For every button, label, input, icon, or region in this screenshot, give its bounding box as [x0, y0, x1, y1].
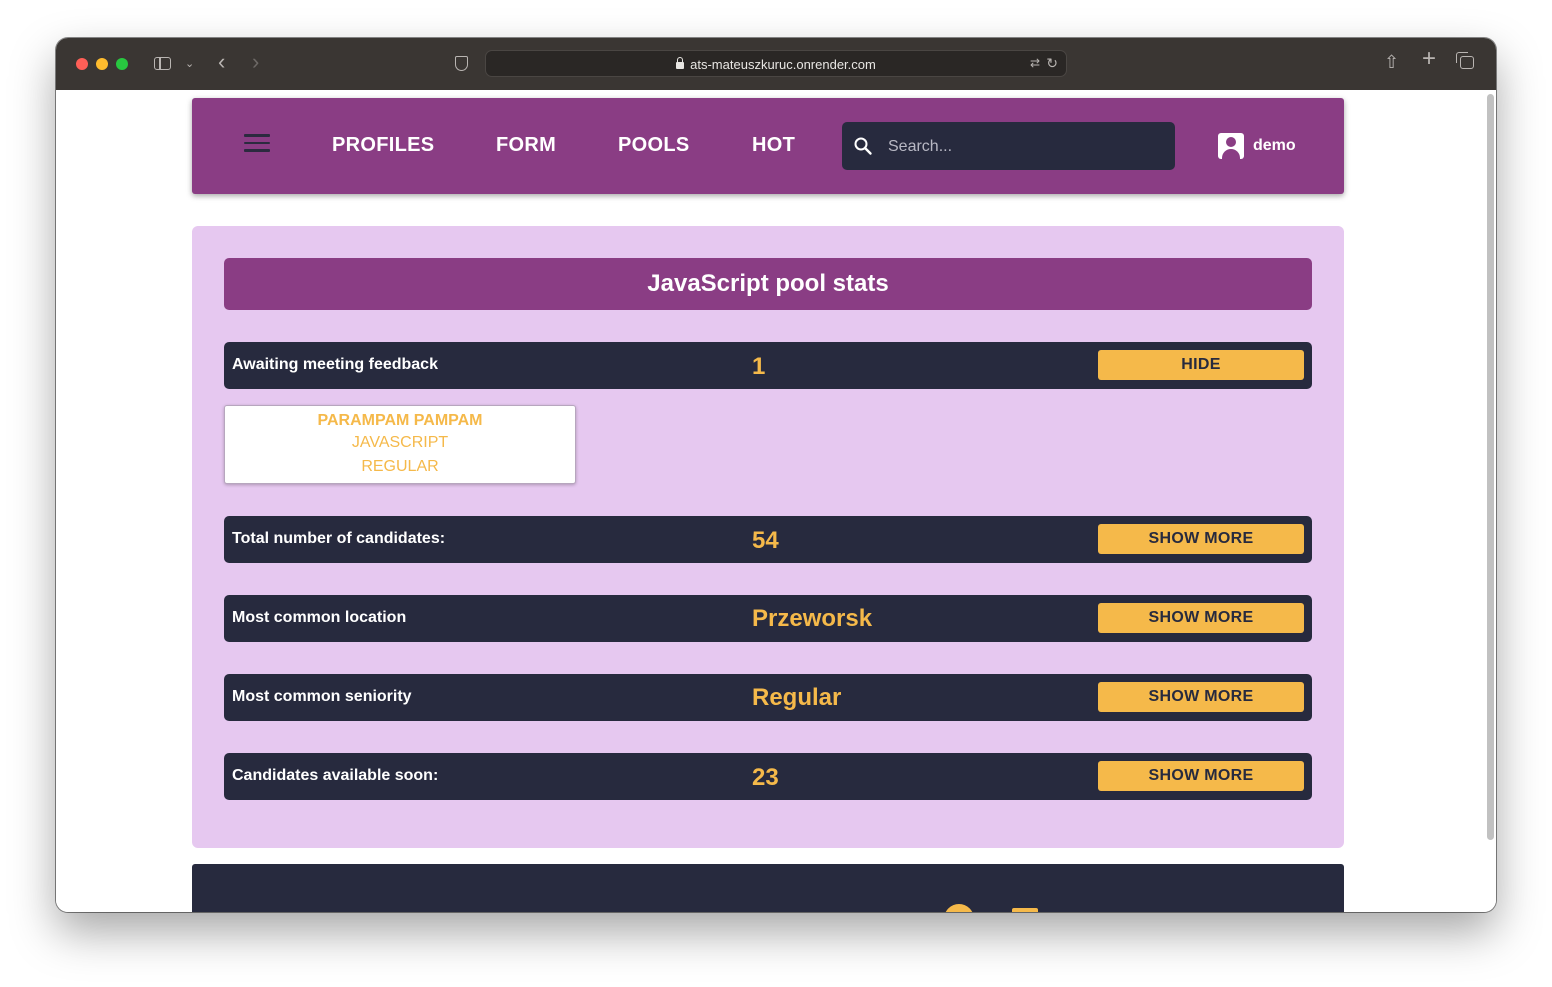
stat-row-common-seniority: Most common seniority Regular SHOW MORE: [224, 674, 1312, 721]
search-box[interactable]: [842, 122, 1175, 170]
nav-link-profiles[interactable]: PROFILES: [332, 134, 434, 157]
zoom-window-button[interactable]: [116, 58, 128, 70]
stat-row-total-candidates: Total number of candidates: 54 SHOW MORE: [224, 516, 1312, 563]
close-window-button[interactable]: [76, 58, 88, 70]
show-more-button[interactable]: SHOW MORE: [1098, 682, 1304, 712]
browser-titlebar: ⌄ ‹ › ats-mateuszkuruc.onrender.com ⇄ ↻ …: [56, 38, 1496, 90]
url: ats-mateuszkuruc.onrender.com: [690, 57, 876, 72]
stat-value: 23: [752, 764, 779, 791]
new-tab-icon[interactable]: +: [1422, 47, 1436, 71]
footer-square-icon[interactable]: [1012, 908, 1038, 912]
minimize-window-button[interactable]: [96, 58, 108, 70]
privacy-shield-icon[interactable]: [455, 56, 468, 71]
stat-value: Regular: [752, 684, 842, 711]
nav-link-pools[interactable]: POOLS: [618, 134, 690, 157]
stat-value: 54: [752, 527, 779, 554]
app-navbar: PROFILES FORM POOLS HOT demo: [192, 98, 1344, 194]
forward-arrow-icon[interactable]: ›: [252, 51, 259, 73]
tab-overview-icon[interactable]: [1456, 52, 1474, 69]
search-icon: [854, 137, 872, 155]
browser-window: ⌄ ‹ › ats-mateuszkuruc.onrender.com ⇄ ↻ …: [56, 38, 1496, 912]
candidate-level: REGULAR: [361, 458, 439, 475]
show-more-button[interactable]: SHOW MORE: [1098, 524, 1304, 554]
translate-icon[interactable]: ⇄: [1030, 56, 1040, 70]
username: demo: [1253, 137, 1296, 154]
nav-link-form[interactable]: FORM: [496, 134, 556, 157]
sidebar-toggle-icon[interactable]: [154, 57, 171, 70]
hamburger-menu-icon[interactable]: [244, 134, 270, 154]
candidate-card[interactable]: PARAMPAM PAMPAM JAVASCRIPT REGULAR: [224, 405, 576, 484]
stat-row-common-location: Most common location Przeworsk SHOW MORE: [224, 595, 1312, 642]
vertical-scrollbar[interactable]: [1487, 94, 1494, 840]
stat-value: Przeworsk: [752, 605, 873, 632]
stat-label: Most common location: [232, 609, 407, 626]
panel-title: JavaScript pool stats: [224, 258, 1312, 310]
stat-row-awaiting-feedback: Awaiting meeting feedback 1 HIDE: [224, 342, 1312, 389]
stat-row-available-soon: Candidates available soon: 23 SHOW MORE: [224, 753, 1312, 800]
stat-label: Total number of candidates:: [232, 530, 446, 547]
stat-label: Most common seniority: [232, 688, 412, 705]
share-icon[interactable]: ⇧: [1384, 53, 1399, 71]
chevron-down-icon[interactable]: ⌄: [185, 55, 194, 73]
stat-value: 1: [752, 353, 766, 380]
search-input[interactable]: [886, 135, 1160, 159]
nav-link-hot[interactable]: HOT: [752, 134, 795, 157]
stat-label: Candidates available soon:: [232, 767, 439, 784]
show-more-button[interactable]: SHOW MORE: [1098, 761, 1304, 791]
candidate-technology: JAVASCRIPT: [351, 434, 449, 451]
user-avatar-icon: [1218, 133, 1244, 159]
show-more-button[interactable]: SHOW MORE: [1098, 603, 1304, 633]
page-footer: [192, 864, 1344, 912]
pool-stats-panel: JavaScript pool stats Awaiting meeting f…: [192, 226, 1344, 848]
address-bar[interactable]: ats-mateuszkuruc.onrender.com ⇄ ↻: [485, 50, 1067, 77]
candidate-name: PARAMPAM PAMPAM: [317, 412, 483, 429]
hide-button[interactable]: HIDE: [1098, 350, 1304, 380]
footer-circle-icon[interactable]: [944, 904, 974, 912]
address-text: ats-mateuszkuruc.onrender.com: [486, 57, 1066, 72]
lock-icon: [676, 57, 685, 69]
reload-icon[interactable]: ↻: [1046, 55, 1058, 72]
stat-label: Awaiting meeting feedback: [232, 356, 438, 373]
page-content: PROFILES FORM POOLS HOT demo JavaScript …: [56, 90, 1496, 912]
back-arrow-icon[interactable]: ‹: [218, 51, 225, 73]
